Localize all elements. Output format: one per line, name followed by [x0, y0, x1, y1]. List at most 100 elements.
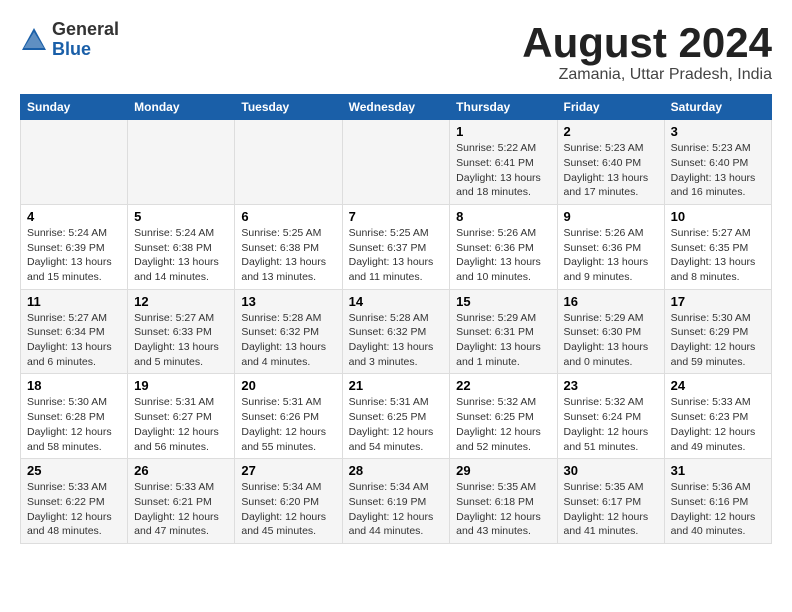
calendar-cell: 31 Sunrise: 5:36 AM Sunset: 6:16 PM Dayli…	[664, 459, 771, 544]
header-cell-saturday: Saturday	[664, 95, 771, 120]
day-number: 24	[671, 378, 765, 393]
calendar-cell: 24 Sunrise: 5:33 AM Sunset: 6:23 PM Dayli…	[664, 374, 771, 459]
day-number: 6	[241, 209, 335, 224]
calendar-cell	[235, 120, 342, 205]
day-info: Sunrise: 5:32 AM Sunset: 6:24 PM Dayligh…	[564, 395, 658, 454]
day-info: Sunrise: 5:23 AM Sunset: 6:40 PM Dayligh…	[671, 141, 765, 200]
header-cell-sunday: Sunday	[21, 95, 128, 120]
day-number: 18	[27, 378, 121, 393]
calendar-cell: 14Sunrise: 5:28 AM Sunset: 6:32 PM Dayli…	[342, 289, 450, 374]
calendar-cell: 23 Sunrise: 5:32 AM Sunset: 6:24 PM Dayli…	[557, 374, 664, 459]
calendar-cell: 20Sunrise: 5:31 AM Sunset: 6:26 PM Dayli…	[235, 374, 342, 459]
calendar-cell: 16 Sunrise: 5:29 AM Sunset: 6:30 PM Dayli…	[557, 289, 664, 374]
logo: General Blue	[20, 20, 119, 60]
day-info: Sunrise: 5:34 AM Sunset: 6:20 PM Dayligh…	[241, 480, 335, 539]
calendar-cell: 1 Sunrise: 5:22 AM Sunset: 6:41 PM Daylig…	[450, 120, 557, 205]
calendar-week-4: 18 Sunrise: 5:30 AM Sunset: 6:28 PM Dayli…	[21, 374, 772, 459]
day-number: 19	[134, 378, 228, 393]
day-number: 22	[456, 378, 550, 393]
day-number: 21	[349, 378, 444, 393]
day-info: Sunrise: 5:27 AM Sunset: 6:34 PM Dayligh…	[27, 311, 121, 370]
calendar-cell: 30 Sunrise: 5:35 AM Sunset: 6:17 PM Dayli…	[557, 459, 664, 544]
day-number: 25	[27, 463, 121, 478]
calendar-cell: 7 Sunrise: 5:25 AM Sunset: 6:37 PM Daylig…	[342, 204, 450, 289]
location-title: Zamania, Uttar Pradesh, India	[522, 66, 772, 84]
calendar-cell: 8Sunrise: 5:26 AM Sunset: 6:36 PM Daylig…	[450, 204, 557, 289]
day-number: 17	[671, 294, 765, 309]
calendar-cell	[128, 120, 235, 205]
day-info: Sunrise: 5:33 AM Sunset: 6:23 PM Dayligh…	[671, 395, 765, 454]
day-info: Sunrise: 5:31 AM Sunset: 6:25 PM Dayligh…	[349, 395, 444, 454]
day-info: Sunrise: 5:24 AM Sunset: 6:39 PM Dayligh…	[27, 226, 121, 285]
calendar-cell: 25 Sunrise: 5:33 AM Sunset: 6:22 PM Dayli…	[21, 459, 128, 544]
day-number: 1	[456, 124, 550, 139]
header-row: SundayMondayTuesdayWednesdayThursdayFrid…	[21, 95, 772, 120]
calendar-cell: 18 Sunrise: 5:30 AM Sunset: 6:28 PM Dayli…	[21, 374, 128, 459]
day-info: Sunrise: 5:27 AM Sunset: 6:35 PM Dayligh…	[671, 226, 765, 285]
calendar-cell: 15 Sunrise: 5:29 AM Sunset: 6:31 PM Dayli…	[450, 289, 557, 374]
day-info: Sunrise: 5:35 AM Sunset: 6:17 PM Dayligh…	[564, 480, 658, 539]
logo-icon	[20, 26, 48, 54]
day-number: 26	[134, 463, 228, 478]
day-info: Sunrise: 5:36 AM Sunset: 6:16 PM Dayligh…	[671, 480, 765, 539]
day-info: Sunrise: 5:22 AM Sunset: 6:41 PM Dayligh…	[456, 141, 550, 200]
calendar-cell	[342, 120, 450, 205]
day-number: 23	[564, 378, 658, 393]
day-info: Sunrise: 5:33 AM Sunset: 6:22 PM Dayligh…	[27, 480, 121, 539]
calendar-cell: 5 Sunrise: 5:24 AM Sunset: 6:38 PM Daylig…	[128, 204, 235, 289]
logo-general-text: General	[52, 19, 119, 39]
day-info: Sunrise: 5:32 AM Sunset: 6:25 PM Dayligh…	[456, 395, 550, 454]
calendar-cell: 13Sunrise: 5:28 AM Sunset: 6:32 PM Dayli…	[235, 289, 342, 374]
day-number: 15	[456, 294, 550, 309]
calendar-cell: 3Sunrise: 5:23 AM Sunset: 6:40 PM Daylig…	[664, 120, 771, 205]
day-number: 16	[564, 294, 658, 309]
day-info: Sunrise: 5:33 AM Sunset: 6:21 PM Dayligh…	[134, 480, 228, 539]
month-title: August 2024	[522, 20, 772, 66]
calendar-cell: 19 Sunrise: 5:31 AM Sunset: 6:27 PM Dayli…	[128, 374, 235, 459]
calendar-cell: 27Sunrise: 5:34 AM Sunset: 6:20 PM Dayli…	[235, 459, 342, 544]
calendar-week-5: 25 Sunrise: 5:33 AM Sunset: 6:22 PM Dayli…	[21, 459, 772, 544]
header-cell-wednesday: Wednesday	[342, 95, 450, 120]
day-info: Sunrise: 5:25 AM Sunset: 6:37 PM Dayligh…	[349, 226, 444, 285]
day-number: 7	[349, 209, 444, 224]
calendar-cell: 6 Sunrise: 5:25 AM Sunset: 6:38 PM Daylig…	[235, 204, 342, 289]
calendar-cell: 4 Sunrise: 5:24 AM Sunset: 6:39 PM Daylig…	[21, 204, 128, 289]
day-info: Sunrise: 5:29 AM Sunset: 6:30 PM Dayligh…	[564, 311, 658, 370]
day-number: 2	[564, 124, 658, 139]
calendar-cell: 28 Sunrise: 5:34 AM Sunset: 6:19 PM Dayli…	[342, 459, 450, 544]
day-info: Sunrise: 5:29 AM Sunset: 6:31 PM Dayligh…	[456, 311, 550, 370]
day-number: 8	[456, 209, 550, 224]
title-area: August 2024 Zamania, Uttar Pradesh, Indi…	[522, 20, 772, 84]
calendar-week-2: 4 Sunrise: 5:24 AM Sunset: 6:39 PM Daylig…	[21, 204, 772, 289]
day-info: Sunrise: 5:24 AM Sunset: 6:38 PM Dayligh…	[134, 226, 228, 285]
day-number: 31	[671, 463, 765, 478]
day-number: 9	[564, 209, 658, 224]
day-number: 10	[671, 209, 765, 224]
logo-text: General Blue	[52, 20, 119, 60]
day-number: 13	[241, 294, 335, 309]
calendar-body: 1 Sunrise: 5:22 AM Sunset: 6:41 PM Daylig…	[21, 120, 772, 544]
day-info: Sunrise: 5:34 AM Sunset: 6:19 PM Dayligh…	[349, 480, 444, 539]
calendar-cell: 10 Sunrise: 5:27 AM Sunset: 6:35 PM Dayli…	[664, 204, 771, 289]
day-number: 14	[349, 294, 444, 309]
day-info: Sunrise: 5:25 AM Sunset: 6:38 PM Dayligh…	[241, 226, 335, 285]
day-number: 28	[349, 463, 444, 478]
day-info: Sunrise: 5:30 AM Sunset: 6:29 PM Dayligh…	[671, 311, 765, 370]
day-number: 29	[456, 463, 550, 478]
calendar-week-3: 11 Sunrise: 5:27 AM Sunset: 6:34 PM Dayli…	[21, 289, 772, 374]
day-number: 30	[564, 463, 658, 478]
calendar-week-1: 1 Sunrise: 5:22 AM Sunset: 6:41 PM Daylig…	[21, 120, 772, 205]
day-number: 11	[27, 294, 121, 309]
day-number: 4	[27, 209, 121, 224]
day-info: Sunrise: 5:27 AM Sunset: 6:33 PM Dayligh…	[134, 311, 228, 370]
day-number: 5	[134, 209, 228, 224]
calendar-cell: 26 Sunrise: 5:33 AM Sunset: 6:21 PM Dayli…	[128, 459, 235, 544]
header-cell-thursday: Thursday	[450, 95, 557, 120]
calendar-table: SundayMondayTuesdayWednesdayThursdayFrid…	[20, 94, 772, 544]
day-info: Sunrise: 5:31 AM Sunset: 6:27 PM Dayligh…	[134, 395, 228, 454]
calendar-cell: 2Sunrise: 5:23 AM Sunset: 6:40 PM Daylig…	[557, 120, 664, 205]
day-info: Sunrise: 5:26 AM Sunset: 6:36 PM Dayligh…	[564, 226, 658, 285]
day-info: Sunrise: 5:30 AM Sunset: 6:28 PM Dayligh…	[27, 395, 121, 454]
calendar-cell: 11 Sunrise: 5:27 AM Sunset: 6:34 PM Dayli…	[21, 289, 128, 374]
calendar-cell: 22 Sunrise: 5:32 AM Sunset: 6:25 PM Dayli…	[450, 374, 557, 459]
